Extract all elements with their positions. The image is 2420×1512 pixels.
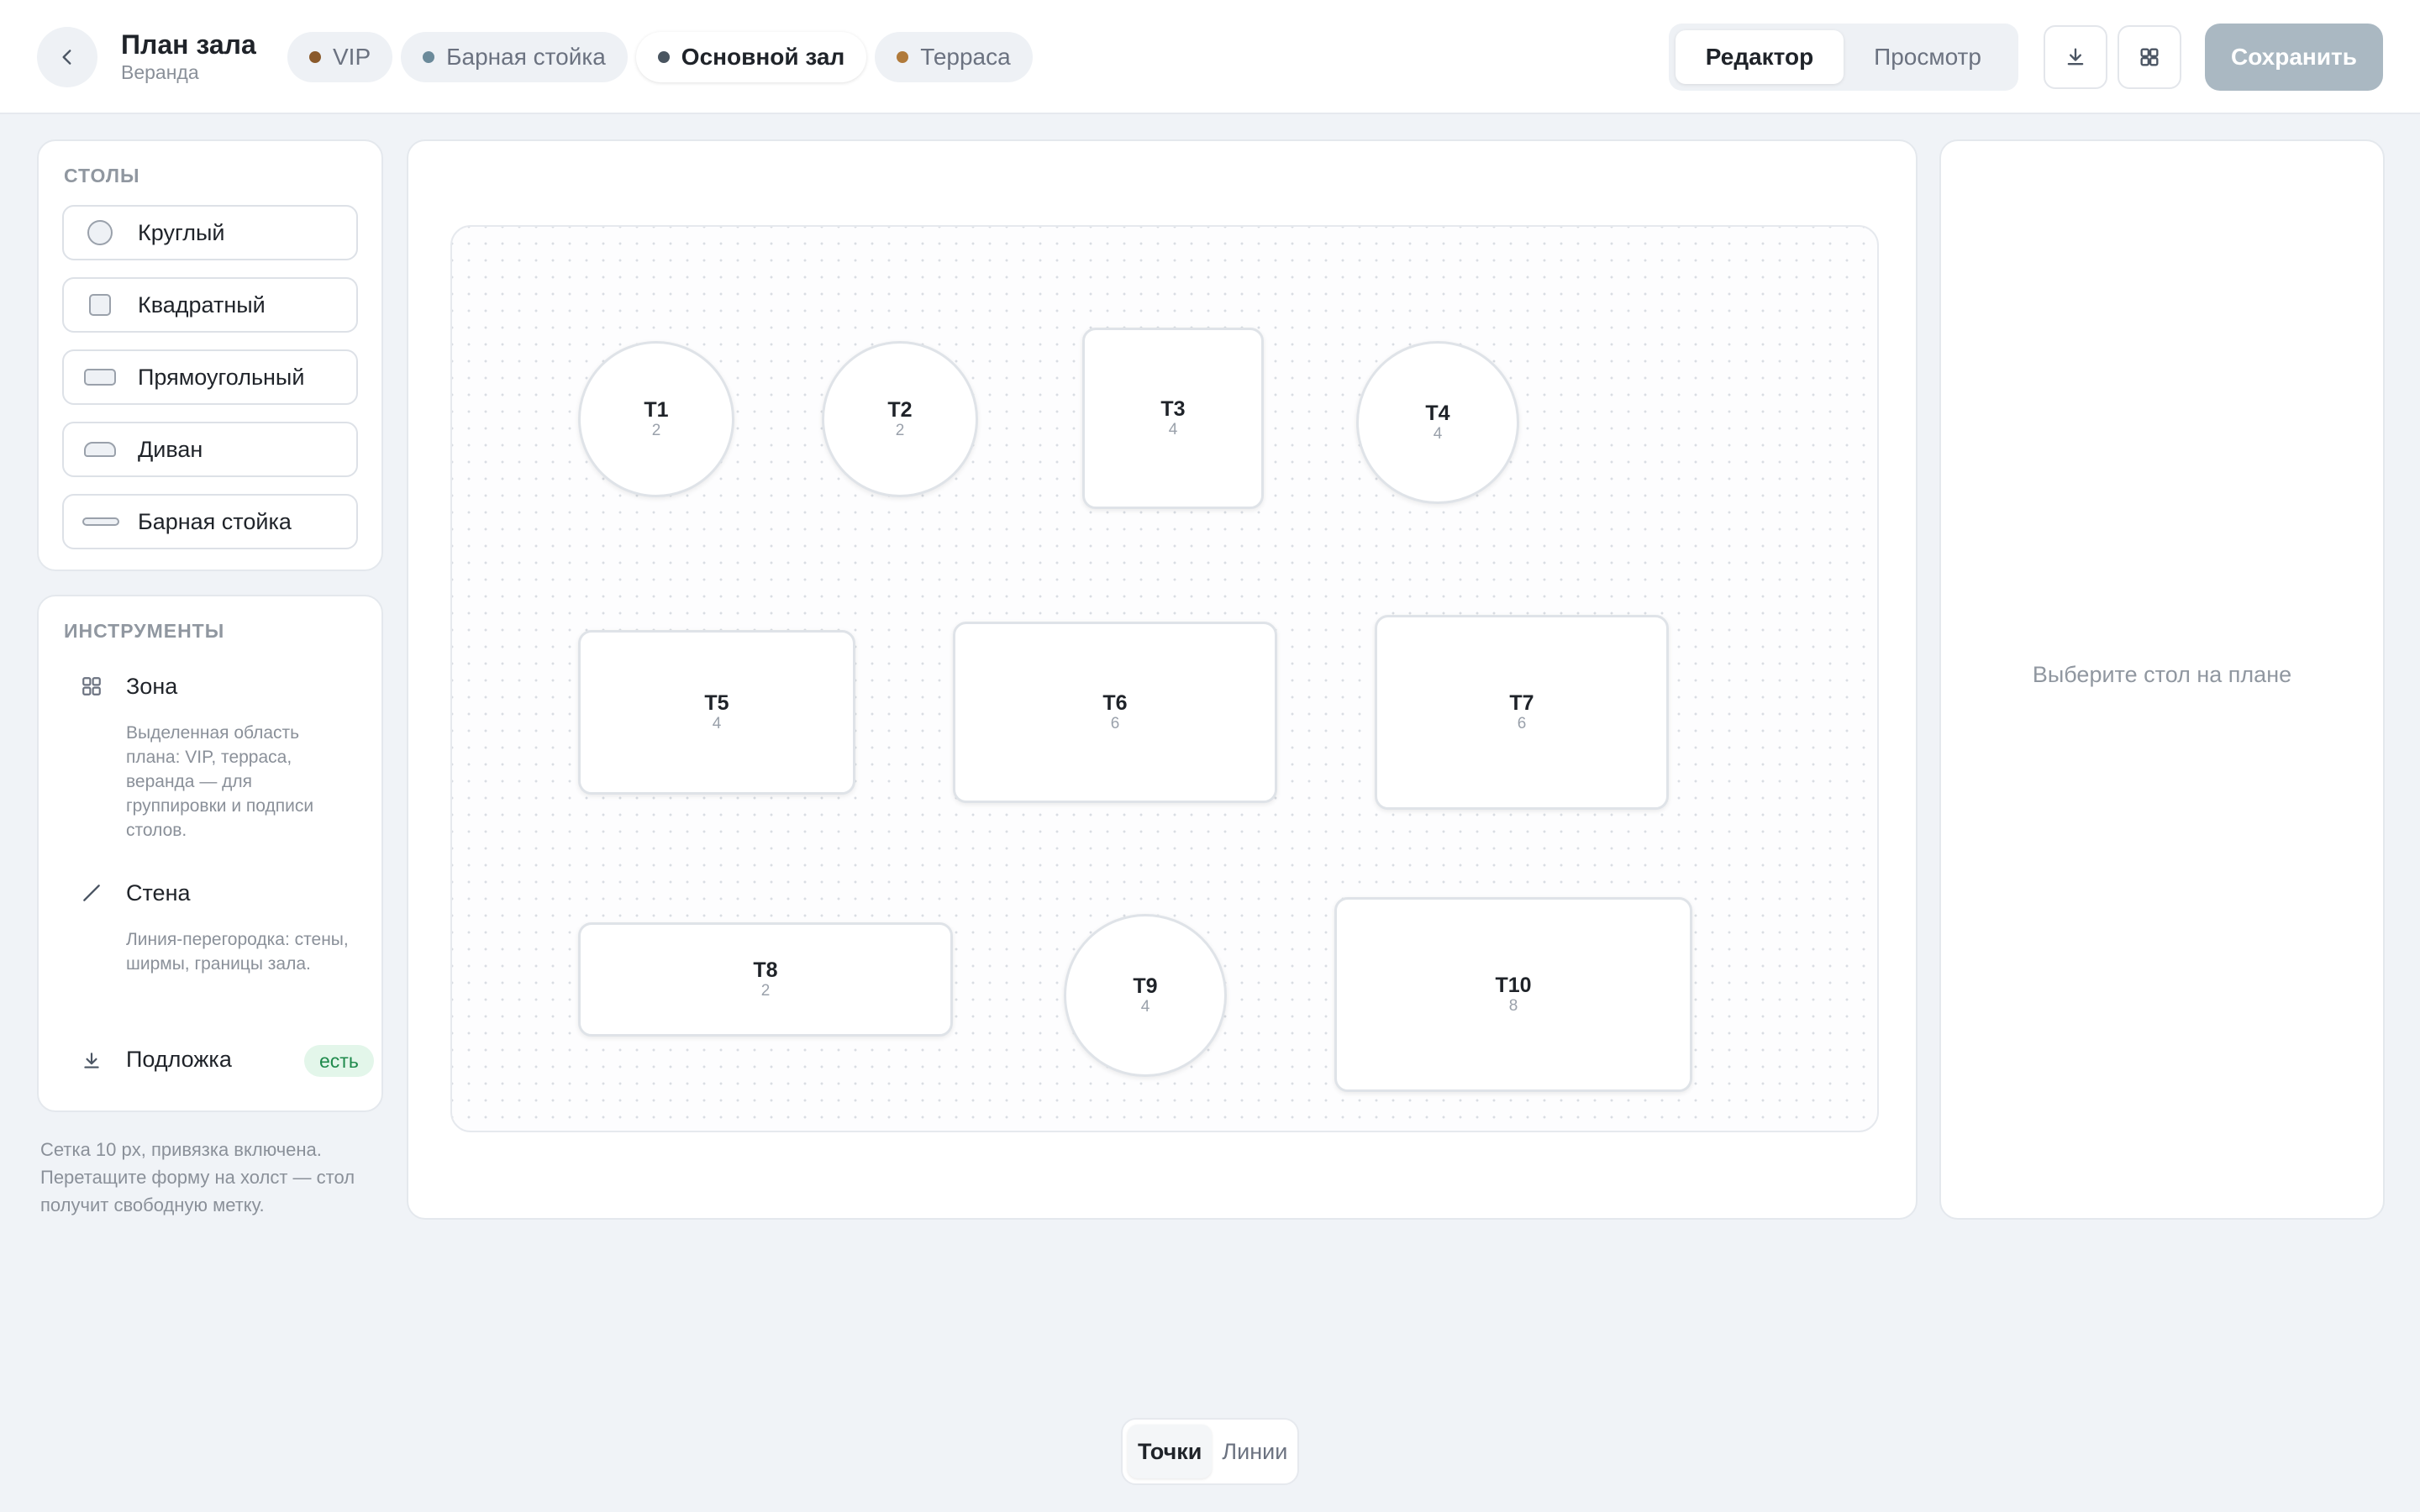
square-shape-icon xyxy=(89,294,111,316)
table-name: T1 xyxy=(644,398,669,422)
table-t10[interactable]: T10 8 xyxy=(1334,897,1692,1092)
mode-preview-button[interactable]: Просмотр xyxy=(1844,30,2012,84)
canvas-grid[interactable]: T1 2 T2 2 T3 4 T4 4 T5 4 T6 6 T7 6 T8 2 … xyxy=(450,225,1879,1132)
zone-tab-label: VIP xyxy=(333,44,371,70)
zone-tab-label: Основной зал xyxy=(681,44,845,70)
export-button[interactable] xyxy=(2044,25,2107,89)
tool-description: Выделенная область плана: VIP, терраса, … xyxy=(126,723,314,840)
table-t4[interactable]: T4 4 xyxy=(1356,341,1519,504)
table-name: T5 xyxy=(704,691,729,715)
tools-section-title: ИНСТРУМЕНТЫ xyxy=(64,620,225,642)
table-name: T10 xyxy=(1495,974,1532,997)
table-name: T2 xyxy=(887,398,913,422)
download-icon xyxy=(2067,48,2084,66)
tool-label: Подложка xyxy=(126,1047,232,1072)
shape-label: Квадратный xyxy=(138,291,266,318)
mode-switch: Редактор Просмотр xyxy=(1669,24,2018,91)
grid-style-toggle: Точки Линии xyxy=(1121,1418,1299,1485)
back-button[interactable] xyxy=(37,27,97,87)
grid-icon xyxy=(82,677,101,696)
table-seats: 8 xyxy=(1508,997,1518,1015)
table-seats: 2 xyxy=(895,422,905,439)
tables-panel: СТОЛЫ Круглый Квадратный Прямоугольный Д… xyxy=(37,139,383,571)
zone-tab-terrace[interactable]: Терраса xyxy=(875,32,1033,82)
table-seats: 2 xyxy=(651,422,661,439)
status-badge: есть xyxy=(304,1045,374,1077)
table-name: T7 xyxy=(1509,691,1534,715)
page-title: План зала xyxy=(121,29,256,60)
zone-tab-label: Барная стойка xyxy=(446,44,606,70)
empty-selection-text: Выберите стол на плане xyxy=(2032,662,2292,687)
circle-shape-icon xyxy=(87,220,113,245)
table-name: T6 xyxy=(1102,691,1128,715)
table-t5[interactable]: T5 4 xyxy=(578,630,855,795)
rectangle-shape-icon xyxy=(84,369,116,386)
tool-label: Зона xyxy=(126,674,178,699)
zone-tab-main-hall[interactable]: Основной зал xyxy=(635,32,867,82)
layout-button[interactable] xyxy=(2118,25,2181,89)
table-seats: 6 xyxy=(1110,715,1120,732)
grid-dots-button[interactable]: Точки xyxy=(1128,1425,1213,1478)
sofa-shape-icon xyxy=(84,442,116,457)
shape-label: Диван xyxy=(138,436,203,462)
bar-counter-shape-icon xyxy=(82,517,119,526)
title-block: План зала Веранда xyxy=(121,29,256,84)
mode-editor-button[interactable]: Редактор xyxy=(1676,30,1844,84)
table-seats: 2 xyxy=(760,982,771,1000)
table-seats: 4 xyxy=(1433,425,1443,443)
table-name: T9 xyxy=(1133,974,1158,998)
save-button[interactable]: Сохранить xyxy=(2205,24,2383,91)
table-t2[interactable]: T2 2 xyxy=(822,341,978,497)
chevron-left-icon xyxy=(62,50,71,65)
shape-rectangle[interactable]: Прямоугольный xyxy=(62,349,358,405)
table-t9[interactable]: T9 4 xyxy=(1064,914,1227,1077)
shape-label: Барная стойка xyxy=(138,508,292,534)
table-name: T4 xyxy=(1425,402,1450,425)
table-seats: 6 xyxy=(1517,715,1527,732)
table-t6[interactable]: T6 6 xyxy=(953,622,1277,803)
zone-tab-label: Терраса xyxy=(920,44,1011,70)
table-details-panel: Выберите стол на плане xyxy=(1939,139,2385,1220)
zone-dot-icon xyxy=(309,51,321,63)
table-name: T8 xyxy=(753,958,778,982)
shape-label: Круглый xyxy=(138,219,225,245)
shape-bar-counter[interactable]: Барная стойка xyxy=(62,494,358,549)
line-icon xyxy=(83,885,100,901)
table-t7[interactable]: T7 6 xyxy=(1375,615,1669,810)
tool-label: Стена xyxy=(126,880,191,906)
grid-hint: Сетка 10 px, привязка включена. Перетащи… xyxy=(40,1139,355,1215)
table-name: T3 xyxy=(1160,397,1186,421)
grid-lines-button[interactable]: Линии xyxy=(1212,1425,1297,1478)
table-seats: 4 xyxy=(712,715,722,732)
zone-tab-vip[interactable]: VIP xyxy=(287,32,393,82)
grid-icon xyxy=(2140,48,2159,66)
floor-plan-canvas: T1 2 T2 2 T3 4 T4 4 T5 4 T6 6 T7 6 T8 2 … xyxy=(407,139,1918,1220)
table-t1[interactable]: T1 2 xyxy=(578,341,734,497)
tools-panel: ИНСТРУМЕНТЫ Зона Выделенная область план… xyxy=(37,595,383,1112)
zone-tabs: VIP Барная стойка Основной зал Терраса xyxy=(287,32,1033,82)
shape-label: Прямоугольный xyxy=(138,364,305,390)
zone-tab-bar[interactable]: Барная стойка xyxy=(401,32,628,82)
table-t8[interactable]: T8 2 xyxy=(578,922,953,1037)
tool-description: Линия-перегородка: стены, ширмы, границы… xyxy=(126,930,349,974)
zone-dot-icon xyxy=(423,51,435,63)
table-t3[interactable]: T3 4 xyxy=(1082,328,1264,509)
shape-square[interactable]: Квадратный xyxy=(62,277,358,333)
table-seats: 4 xyxy=(1168,421,1178,438)
table-seats: 4 xyxy=(1140,998,1150,1016)
shape-sofa[interactable]: Диван xyxy=(62,422,358,477)
tables-section-title: СТОЛЫ xyxy=(64,165,140,186)
top-bar: План зала Веранда VIP Барная стойка Осно… xyxy=(0,0,2420,114)
page-subtitle: Веранда xyxy=(121,61,199,83)
shape-round[interactable]: Круглый xyxy=(62,205,358,260)
zone-dot-icon xyxy=(657,51,670,63)
download-icon xyxy=(84,1053,99,1068)
zone-dot-icon xyxy=(897,51,909,63)
